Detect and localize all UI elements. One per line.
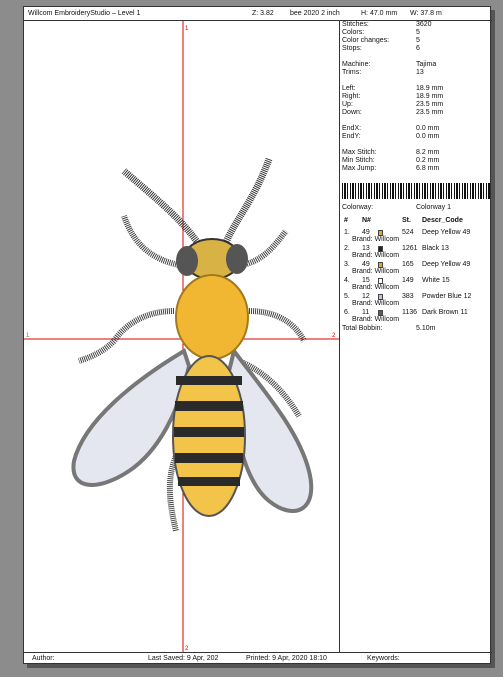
design-name: bee 2020 2 inch — [290, 10, 340, 17]
thread-index: 3. — [344, 261, 350, 268]
zoom-value: Z: 3.82 — [252, 10, 274, 17]
stat-row: Stops: 6 — [342, 45, 420, 52]
stitch-row: Max Jump: 6.8 mm — [342, 165, 440, 172]
design-canvas: 1 1 2 2 — [24, 21, 340, 652]
axis-mark-right: 2 — [332, 333, 336, 339]
thread-number: 11 — [362, 309, 370, 316]
printed-date: Printed: 9 Apr, 2020 18:10 — [246, 655, 327, 662]
design-info-panel: Stitches: 3620 Colors: 5 Color changes: 5 S… — [342, 21, 490, 652]
thread-index: 2. — [344, 245, 350, 252]
axis-mark-left: 1 — [26, 333, 30, 339]
axis-mark-top: 1 — [185, 26, 189, 32]
thread-brand: Brand: Willcom — [352, 300, 400, 307]
design-title: Willcom EmbroideryStudio – Level 1 — [28, 10, 141, 17]
thread-number: 15 — [362, 277, 370, 284]
thread-index: 5. — [344, 293, 350, 300]
thread-description: Black 13 — [422, 245, 449, 252]
thread-stitches: 1261 — [402, 245, 418, 252]
page-footer: Author: Last Saved: 9 Apr, 202 Printed: … — [24, 652, 492, 664]
thread-table-header: # N# St. Descr_Code — [344, 217, 463, 224]
design-height: H: 47.0 mm — [361, 10, 398, 17]
thread-number: 49 — [362, 229, 370, 236]
last-saved: Last Saved: 9 Apr, 202 — [148, 655, 219, 662]
author-label: Author: — [32, 655, 55, 662]
barcode — [342, 183, 490, 199]
colorway-row: Colorway: Colorway 1 — [342, 204, 452, 211]
thread-description: Powder Blue 12 — [422, 293, 472, 300]
thread-number: 12 — [362, 293, 370, 300]
thread-description: White 15 — [422, 277, 450, 284]
thread-number: 49 — [362, 261, 370, 268]
thread-stitches: 1136 — [402, 309, 418, 316]
thread-index: 1. — [344, 229, 350, 236]
page-header: Willcom EmbroideryStudio – Level 1 Z: 3.… — [24, 7, 492, 21]
thread-index: 4. — [344, 277, 350, 284]
thread-description: Dark Brown 11 — [422, 309, 468, 316]
thread-stitches: 383 — [402, 293, 414, 300]
thread-description: Deep Yellow 49 — [422, 261, 471, 268]
thread-description: Deep Yellow 49 — [422, 229, 471, 236]
end-row: EndY: 0.0 mm — [342, 133, 440, 140]
thread-stitches: 165 — [402, 261, 414, 268]
thread-brand: Brand: Willcom — [352, 252, 400, 259]
thread-brand: Brand: Willcom — [352, 284, 400, 291]
extent-row: Down: 23.5 mm — [342, 109, 444, 116]
keywords-label: Keywords: — [367, 655, 400, 662]
thread-brand: Brand: Willcom — [352, 236, 400, 243]
print-preview-page: Willcom EmbroideryStudio – Level 1 Z: 3.… — [23, 6, 492, 664]
design-width: W: 37.8 m — [410, 10, 442, 17]
thread-stitches: 524 — [402, 229, 414, 236]
machine-row: Trims: 13 — [342, 69, 424, 76]
thread-brand: Brand: Willcom — [352, 316, 400, 323]
thread-brand: Brand: Willcom — [352, 268, 400, 275]
thread-number: 13 — [362, 245, 370, 252]
thread-index: 6. — [344, 309, 350, 316]
bobbin-row: Total Bobbin: 5.10m — [342, 325, 436, 332]
thread-stitches: 149 — [402, 277, 414, 284]
bee-embroidery-image: 1 1 2 2 — [24, 21, 339, 652]
